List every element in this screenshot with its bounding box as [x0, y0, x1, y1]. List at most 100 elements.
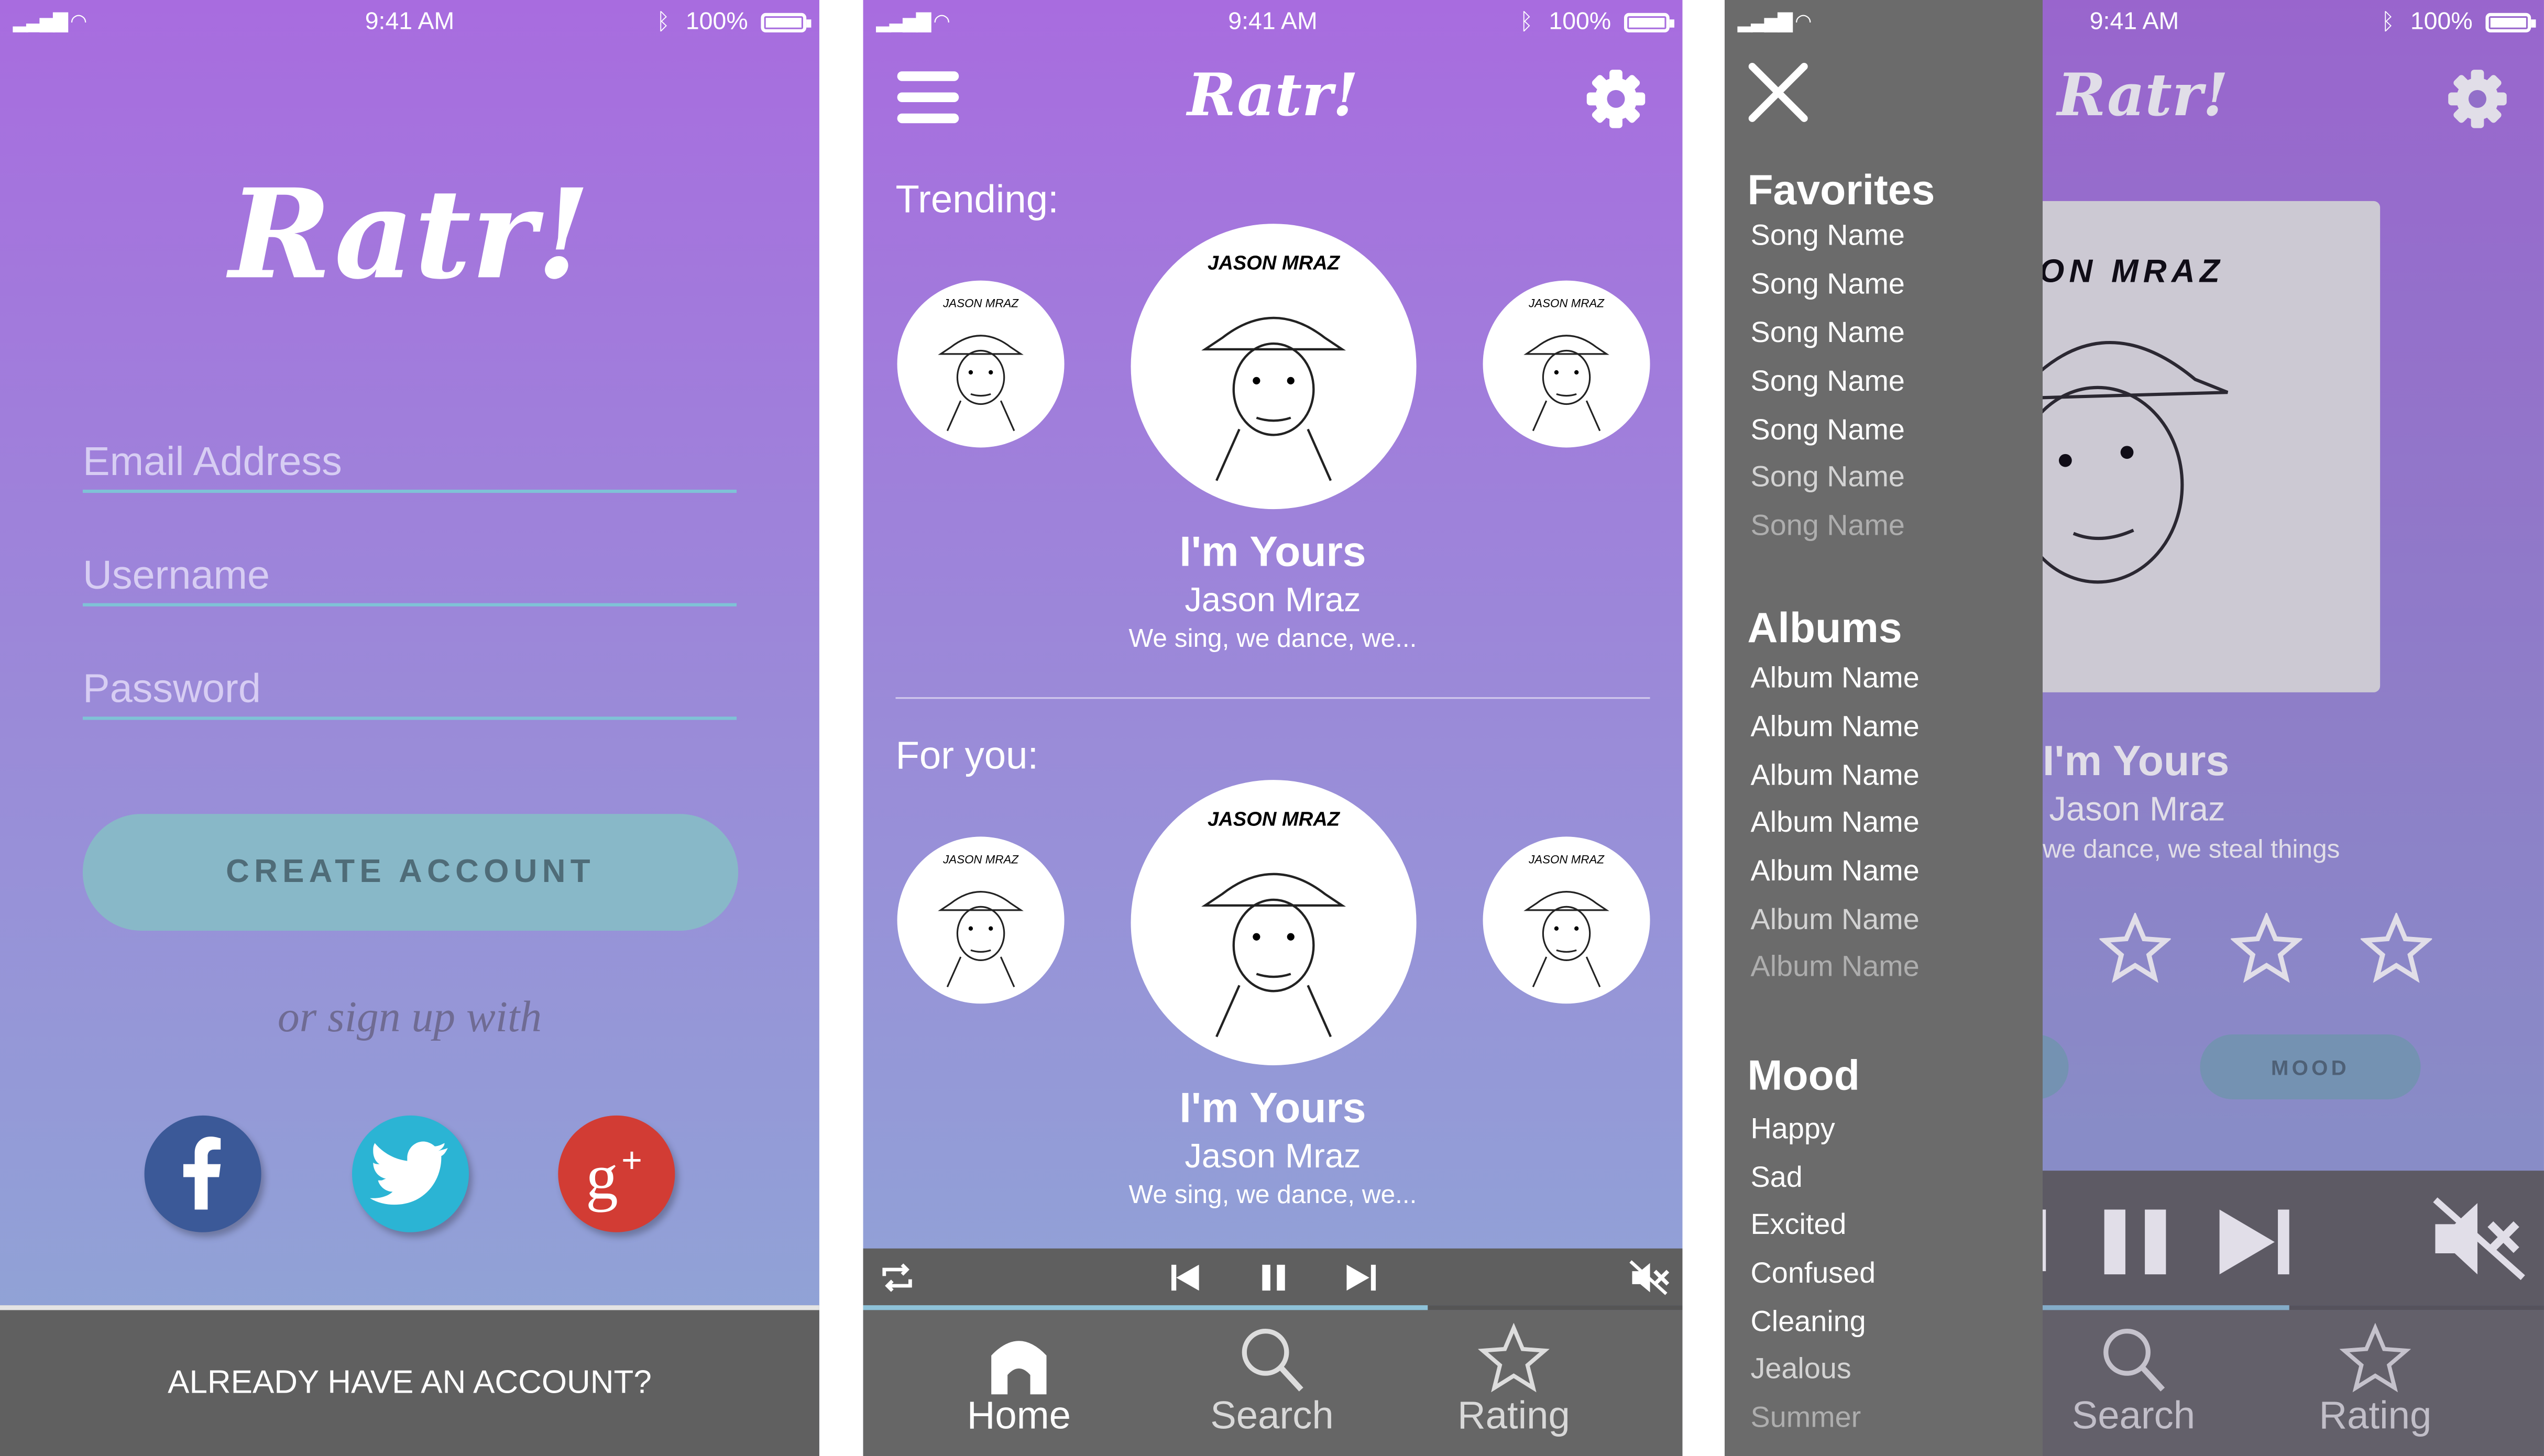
svg-text:JASON MRAZ: JASON MRAZ	[942, 297, 1019, 310]
email-field[interactable]	[82, 434, 737, 493]
progress-fill	[863, 1305, 1429, 1310]
mood-item[interactable]: Happy	[1751, 1112, 1835, 1146]
favorite-item[interactable]: Song Name	[1751, 268, 1905, 302]
menu-screen: 9:41 AM ᛒ 100% Ratr! ASON MRAZ I'm Yours…	[1725, 0, 2544, 1456]
favorite-item[interactable]: Song Name	[1751, 365, 1905, 399]
or-sign-up-with-label: or sign up with	[277, 992, 542, 1041]
favorite-item[interactable]: Song Name	[1751, 460, 1905, 494]
for-you-album-small-left[interactable]: JASON MRAZ	[897, 836, 1065, 1004]
mood-item[interactable]: Summer	[1751, 1401, 1861, 1435]
trending-label: Trending:	[895, 178, 1059, 223]
twitter-icon	[370, 1141, 448, 1205]
for-you-album-large[interactable]: JASON MRAZ	[1131, 780, 1417, 1065]
google-plus-button[interactable]: g +	[558, 1115, 675, 1232]
username-input[interactable]	[82, 548, 737, 603]
battery-icon	[1624, 13, 1675, 32]
tab-bar: Home Search Rating	[863, 1310, 1683, 1456]
album-art-text: JASON MRAZ	[1208, 251, 1341, 274]
favorite-item[interactable]: Song Name	[1751, 413, 1905, 447]
facebook-button[interactable]	[144, 1115, 261, 1232]
for-you-label: For you:	[895, 734, 1039, 778]
svg-text:g: g	[586, 1141, 618, 1212]
already-have-account-button[interactable]: ALREADY HAVE AN ACCOUNT?	[0, 1305, 819, 1456]
album-item[interactable]: Album Name	[1751, 710, 1920, 744]
previous-track-icon[interactable]	[1171, 1264, 1201, 1291]
star-icon	[1478, 1323, 1550, 1393]
bluetooth-icon: ᛒ	[2381, 8, 2395, 35]
mute-icon[interactable]	[1629, 1260, 1671, 1295]
repeat-icon[interactable]	[880, 1262, 915, 1294]
favorite-item[interactable]: Song Name	[1751, 509, 1905, 543]
pause-icon[interactable]	[1260, 1264, 1287, 1291]
password-input[interactable]	[82, 661, 737, 717]
favorites-heading: Favorites	[1747, 165, 1935, 214]
battery-percent: 100%	[2410, 8, 2473, 36]
album-art-text: JASON MRAZ	[1208, 808, 1341, 830]
battery-percent: 100%	[685, 8, 748, 36]
search-icon	[1242, 1329, 1303, 1392]
trending-song-artist: Jason Mraz	[1185, 582, 1361, 620]
favorite-item[interactable]: Song Name	[1751, 316, 1905, 350]
signal-icon: ▂▃▅▇ ◠	[1737, 9, 1812, 32]
create-account-button[interactable]: CREATE ACCOUNT	[82, 814, 739, 931]
home-icon	[991, 1341, 1047, 1395]
svg-text:JASON MRAZ: JASON MRAZ	[1528, 853, 1605, 866]
for-you-album-small-right[interactable]: JASON MRAZ	[1483, 836, 1650, 1004]
status-bar: ▂▃▅▇ ◠ 9:41 AM ᛒ 100%	[863, 0, 1683, 46]
trending-song-album: We sing, we dance, we...	[1128, 625, 1417, 654]
twitter-button[interactable]	[352, 1115, 469, 1232]
mood-item[interactable]: Excited	[1751, 1208, 1847, 1242]
section-divider	[895, 697, 1650, 699]
for-you-song-title: I'm Yours	[1179, 1083, 1366, 1132]
next-track-icon[interactable]	[1346, 1264, 1376, 1291]
trending-song-title: I'm Yours	[1179, 527, 1366, 576]
battery-percent: 100%	[1549, 8, 1611, 36]
email-input[interactable]	[82, 434, 737, 490]
trending-album-small-right[interactable]: JASON MRAZ	[1483, 280, 1650, 448]
mood-item[interactable]: Confused	[1751, 1256, 1876, 1290]
trending-album-small-left[interactable]: JASON MRAZ	[897, 280, 1065, 448]
tab-search[interactable]: Search	[1150, 1310, 1394, 1440]
mini-player	[863, 1248, 1683, 1306]
album-item[interactable]: Album Name	[1751, 903, 1920, 937]
status-bar: ▂▃▅▇ ◠ 9:41 AM ᛒ 100%	[0, 0, 819, 46]
trending-album-large[interactable]: JASON MRAZ	[1131, 224, 1417, 510]
album-item[interactable]: Album Name	[1751, 759, 1920, 793]
tab-home-label: Home	[967, 1394, 1071, 1438]
app-logo: Ratr!	[229, 162, 590, 307]
bluetooth-icon: ᛒ	[656, 8, 671, 35]
mood-item[interactable]: Cleaning	[1751, 1305, 1866, 1339]
for-you-song-album: We sing, we dance, we...	[1128, 1182, 1417, 1210]
mood-item[interactable]: Jealous	[1751, 1352, 1851, 1386]
bluetooth-icon: ᛒ	[1519, 8, 1533, 35]
album-item[interactable]: Album Name	[1751, 950, 1920, 984]
tab-rating[interactable]: Rating	[1392, 1310, 1636, 1440]
svg-text:JASON MRAZ: JASON MRAZ	[942, 853, 1019, 866]
drawer-status: ▂▃▅▇ ◠	[1725, 0, 1822, 46]
svg-text:+: +	[621, 1140, 642, 1180]
facebook-icon	[183, 1137, 221, 1210]
password-field[interactable]	[82, 661, 737, 720]
tab-search-label: Search	[1210, 1394, 1334, 1438]
tab-rating-label: Rating	[1457, 1394, 1570, 1438]
album-item[interactable]: Album Name	[1751, 806, 1920, 840]
favorite-item[interactable]: Song Name	[1751, 219, 1905, 253]
close-icon[interactable]	[1747, 62, 1809, 124]
tab-home[interactable]: Home	[897, 1310, 1141, 1440]
album-item[interactable]: Album Name	[1751, 854, 1920, 888]
albums-heading: Albums	[1747, 603, 1902, 652]
google-plus-icon: g +	[586, 1140, 642, 1212]
svg-text:JASON MRAZ: JASON MRAZ	[1528, 297, 1605, 310]
app-logo: Ratr!	[1187, 61, 1358, 130]
progress-bar[interactable]	[863, 1305, 1683, 1310]
battery-icon	[2485, 13, 2536, 32]
for-you-song-artist: Jason Mraz	[1185, 1138, 1361, 1176]
album-item[interactable]: Album Name	[1751, 661, 1920, 696]
username-field[interactable]	[82, 548, 737, 606]
battery-icon	[761, 13, 812, 32]
mood-heading: Mood	[1747, 1051, 1860, 1099]
side-drawer: ▂▃▅▇ ◠ Favorites Song Name Song Name Son…	[1725, 0, 2043, 1456]
settings-gear-icon[interactable]	[1585, 68, 1647, 130]
mood-item[interactable]: Sad	[1751, 1161, 1803, 1195]
signup-screen: ▂▃▅▇ ◠ 9:41 AM ᛒ 100% Ratr! CREATE ACCOU…	[0, 0, 819, 1456]
